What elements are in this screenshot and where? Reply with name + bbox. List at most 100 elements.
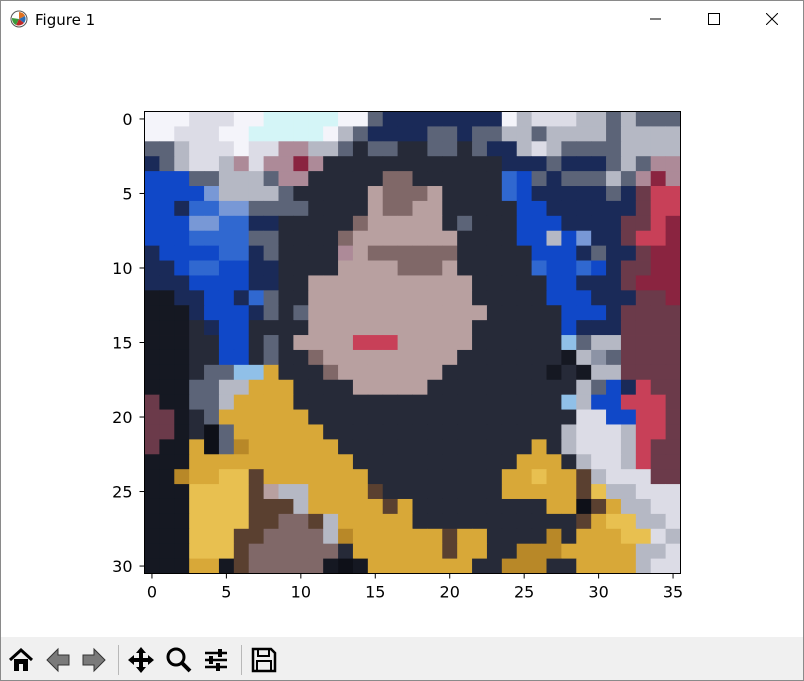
image-pixel <box>591 439 607 455</box>
image-axes[interactable]: 0 5 10 15 20 25 30 35 0 5 10 15 20 25 30 <box>1 37 803 637</box>
image-pixel <box>367 424 384 440</box>
image-pixel <box>248 469 265 485</box>
image-pixel <box>486 349 503 366</box>
image-pixel <box>591 335 607 351</box>
image-pixel <box>397 513 413 530</box>
image-pixel <box>501 290 518 306</box>
image-pixel <box>174 290 190 306</box>
image-pixel <box>516 543 533 559</box>
image-pixel <box>204 186 220 202</box>
image-pixel <box>665 290 681 306</box>
image-pixel <box>531 141 547 157</box>
image-pixel <box>248 290 265 306</box>
image-pixel <box>263 528 279 545</box>
image-pixel <box>278 305 294 321</box>
image-pixel <box>174 260 190 276</box>
image-pixel <box>189 111 205 127</box>
image-pixel <box>606 409 622 425</box>
image-pixel <box>367 186 384 202</box>
image-pixel <box>323 260 339 276</box>
image-pixel <box>218 558 235 574</box>
image-pixel <box>635 498 652 515</box>
image-pixel <box>665 305 681 321</box>
image-pixel <box>606 335 622 351</box>
image-pixel <box>427 156 443 172</box>
image-pixel <box>397 469 413 485</box>
image-pixel <box>635 439 652 455</box>
image-pixel <box>159 200 175 217</box>
image-pixel <box>665 528 681 545</box>
image-pixel <box>189 409 205 425</box>
image-pixel <box>665 335 681 351</box>
image-pixel <box>620 305 637 321</box>
image-pixel <box>367 290 384 306</box>
image-pixel <box>233 439 250 455</box>
image-pixel <box>486 141 503 157</box>
minimize-button[interactable] <box>627 1 685 37</box>
image-pixel <box>218 349 235 366</box>
image-pixel <box>233 513 250 530</box>
configure-subplots-button[interactable] <box>199 643 233 677</box>
image-pixel <box>204 513 220 530</box>
image-pixel <box>427 305 443 321</box>
image-pixel <box>204 320 220 336</box>
image-pixel <box>248 126 265 142</box>
image-pixel <box>278 156 294 172</box>
image-pixel <box>561 394 577 410</box>
image-pixel <box>606 156 622 172</box>
image-pixel <box>308 513 324 530</box>
image-pixel <box>174 156 190 172</box>
image-pixel <box>620 260 637 276</box>
image-pixel <box>591 275 607 291</box>
image-pixel <box>606 126 622 142</box>
image-pixel <box>412 528 428 545</box>
image-pixel <box>635 111 652 127</box>
image-pixel <box>308 454 324 470</box>
image-pixel <box>427 335 443 351</box>
image-pixel <box>204 439 220 455</box>
image-pixel <box>635 335 652 351</box>
image-pixel <box>278 275 294 291</box>
y-tick-label: 5 <box>122 184 132 203</box>
image-pixel <box>472 305 488 321</box>
image-pixel <box>293 439 309 455</box>
image-pixel <box>606 454 622 470</box>
image-pixel <box>576 394 592 410</box>
maximize-button[interactable] <box>685 1 743 37</box>
image-pixel <box>531 558 547 574</box>
image-pixel <box>293 320 309 336</box>
home-button[interactable] <box>4 643 38 677</box>
figure-canvas[interactable]: 0 5 10 15 20 25 30 35 0 5 10 15 20 25 30 <box>1 37 803 637</box>
image-pixel <box>382 186 399 202</box>
image-pixel <box>218 424 235 440</box>
close-button[interactable] <box>743 1 801 37</box>
title-bar[interactable]: Figure 1 <box>1 1 803 37</box>
image-pixel <box>382 364 399 381</box>
image-pixel <box>159 320 175 336</box>
image-pixel <box>427 469 443 485</box>
image-pixel <box>323 245 339 261</box>
image-pixel <box>486 543 503 559</box>
back-button[interactable] <box>41 643 75 677</box>
image-pixel <box>457 513 473 530</box>
image-pixel <box>278 424 294 440</box>
image-pixel <box>650 469 667 485</box>
image-pixel <box>248 439 265 455</box>
image-pixel <box>486 409 503 425</box>
pan-button[interactable] <box>124 643 158 677</box>
zoom-button[interactable] <box>162 643 196 677</box>
image-pixel <box>159 230 175 247</box>
image-pixel <box>620 349 637 366</box>
image-pixel <box>218 215 235 232</box>
image-pixel <box>159 349 175 366</box>
image-pixel <box>531 349 547 366</box>
image-pixel <box>174 543 190 559</box>
image-pixel <box>278 290 294 306</box>
forward-button[interactable] <box>77 643 111 677</box>
image-pixel <box>442 275 458 291</box>
image-pixel <box>516 454 533 470</box>
save-button[interactable] <box>247 643 281 677</box>
image-pixel <box>561 126 577 142</box>
image-pixel <box>620 215 637 232</box>
image-pixel <box>263 484 279 500</box>
